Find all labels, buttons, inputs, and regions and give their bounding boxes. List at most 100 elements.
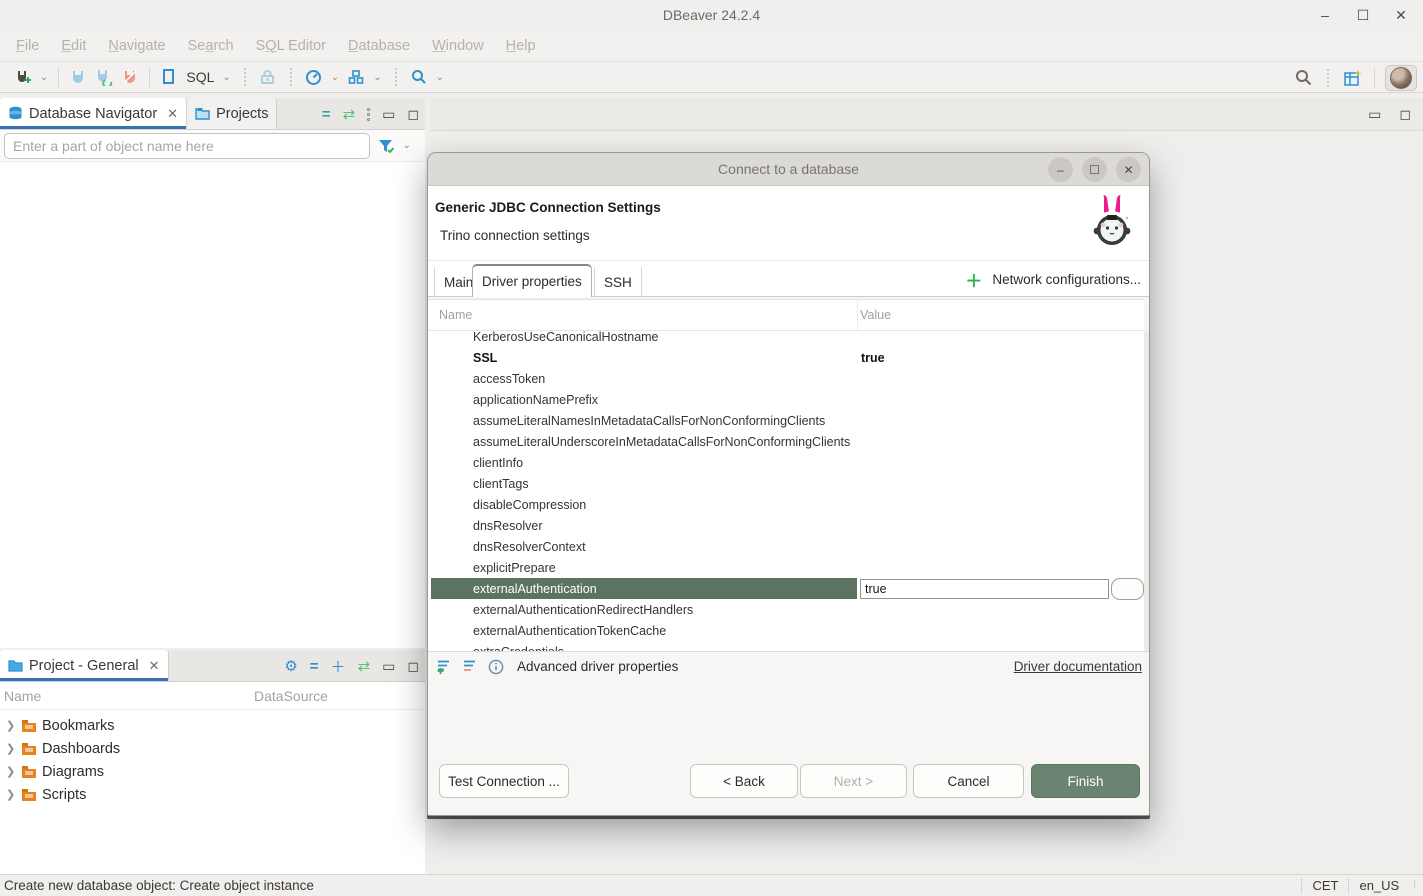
panel-maximize-icon[interactable]: ◻: [407, 658, 419, 675]
grid-column-value[interactable]: Value: [860, 308, 891, 322]
property-name[interactable]: assumeLiteralNamesInMetadataCallsForNonC…: [431, 410, 858, 431]
property-name[interactable]: KerberosUseCanonicalHostname: [431, 331, 858, 347]
expander-chevron-icon[interactable]: ❯: [6, 742, 16, 755]
property-name[interactable]: clientInfo: [431, 452, 858, 473]
menu-item[interactable]: File: [6, 34, 49, 58]
new-connection-chevron-icon[interactable]: ⌄: [38, 72, 50, 83]
tab-project-general[interactable]: Project - General ✕: [0, 650, 169, 681]
dialog-maximize-icon[interactable]: ☐: [1082, 157, 1107, 182]
menu-item[interactable]: Edit: [51, 34, 96, 58]
reconnect-icon[interactable]: [93, 65, 115, 89]
back-button[interactable]: < Back: [690, 764, 798, 798]
property-value-input[interactable]: [860, 579, 1109, 599]
locale-indicator[interactable]: en_US: [1348, 878, 1409, 894]
property-row[interactable]: dnsResolver: [428, 515, 1144, 536]
window-maximize-icon[interactable]: ☐: [1351, 4, 1375, 26]
properties-scrollbar[interactable]: [1144, 331, 1149, 651]
grid-column-name[interactable]: Name: [439, 308, 472, 322]
menu-item[interactable]: SQL Editor: [246, 34, 336, 58]
property-name[interactable]: externalAuthentication: [431, 578, 857, 599]
disconnect-icon[interactable]: [119, 65, 141, 89]
dashboard-gauge-icon[interactable]: [303, 65, 325, 89]
property-name[interactable]: dnsResolverContext: [431, 536, 858, 557]
link-with-editor-icon[interactable]: ⇄: [358, 657, 371, 675]
property-name[interactable]: externalAuthenticationTokenCache: [431, 620, 858, 641]
timezone-indicator[interactable]: CET: [1301, 878, 1348, 894]
sql-editor-chevron-icon[interactable]: ⌄: [220, 72, 232, 83]
property-row[interactable]: clientTags: [428, 473, 1144, 494]
property-name[interactable]: dnsResolver: [431, 515, 858, 536]
window-minimize-icon[interactable]: –: [1313, 4, 1337, 26]
property-row[interactable]: assumeLiteralUnderscoreInMetadataCallsFo…: [428, 431, 1144, 452]
data-transfer-icon[interactable]: [345, 65, 367, 89]
property-name[interactable]: applicationNamePrefix: [431, 389, 858, 410]
property-row[interactable]: explicitPrepare: [428, 557, 1144, 578]
column-name[interactable]: Name: [0, 688, 254, 704]
tree-item[interactable]: ❯ Dashboards: [0, 737, 425, 760]
menu-item[interactable]: Search: [178, 34, 244, 58]
property-row[interactable]: externalAuthenticationRedirectHandlers: [428, 599, 1144, 620]
tree-item[interactable]: ❯ Diagrams: [0, 760, 425, 783]
value-dropdown-button[interactable]: [1111, 578, 1144, 600]
link-with-editor-icon[interactable]: ⇄: [343, 105, 356, 123]
property-name[interactable]: accessToken: [431, 368, 858, 389]
navigator-tree[interactable]: [0, 162, 425, 648]
new-connection-icon[interactable]: [12, 65, 34, 89]
panel-minimize-icon[interactable]: ▭: [382, 106, 395, 123]
expander-chevron-icon[interactable]: ❯: [6, 719, 16, 732]
menu-item[interactable]: Navigate: [98, 34, 175, 58]
property-name[interactable]: SSL: [431, 347, 858, 368]
dashboard-chevron-icon[interactable]: ⌄: [329, 72, 341, 83]
editor-maximize-icon[interactable]: ◻: [1399, 106, 1411, 123]
property-name[interactable]: disableCompression: [431, 494, 858, 515]
column-datasource[interactable]: DataSource: [254, 688, 328, 704]
property-name[interactable]: explicitPrepare: [431, 557, 858, 578]
tree-item[interactable]: ❯ Bookmarks: [0, 714, 425, 737]
tab-close-icon[interactable]: ✕: [167, 106, 178, 122]
dialog-minimize-icon[interactable]: –: [1048, 157, 1073, 182]
property-row[interactable]: assumeLiteralNamesInMetadataCallsForNonC…: [428, 410, 1144, 431]
property-row[interactable]: accessToken: [428, 368, 1144, 389]
panel-minimize-icon[interactable]: ▭: [382, 658, 395, 675]
tab-projects[interactable]: Projects: [187, 98, 277, 129]
menu-item[interactable]: Window: [422, 34, 494, 58]
tab-ssh[interactable]: SSH: [594, 267, 642, 297]
property-name[interactable]: externalAuthenticationRedirectHandlers: [431, 599, 858, 620]
property-name[interactable]: assumeLiteralUnderscoreInMetadataCallsFo…: [431, 431, 858, 452]
collapse-all-icon[interactable]: =: [310, 658, 319, 675]
settings-gear-icon[interactable]: ⚙: [284, 657, 297, 675]
expander-chevron-icon[interactable]: ❯: [6, 788, 16, 801]
tree-item[interactable]: ❯ Scripts: [0, 783, 425, 806]
quick-search-icon[interactable]: [1292, 66, 1314, 90]
add-property-icon[interactable]: [436, 659, 453, 674]
property-name[interactable]: clientTags: [431, 473, 858, 494]
perspective-icon[interactable]: [1342, 66, 1364, 90]
user-avatar[interactable]: [1385, 65, 1417, 91]
view-menu-icon[interactable]: [367, 108, 370, 121]
window-close-icon[interactable]: ✕: [1389, 4, 1413, 26]
property-row[interactable]: clientInfo: [428, 452, 1144, 473]
search-toolbar-icon[interactable]: [408, 65, 430, 89]
dialog-titlebar[interactable]: Connect to a database – ☐ ✕: [428, 153, 1149, 186]
property-row[interactable]: disableCompression: [428, 494, 1144, 515]
filter-chevron-icon[interactable]: ⌄: [401, 140, 413, 151]
sql-editor-label[interactable]: SQL: [186, 69, 214, 85]
connect-icon[interactable]: [67, 65, 89, 89]
data-transfer-chevron-icon[interactable]: ⌄: [371, 72, 383, 83]
dialog-close-icon[interactable]: ✕: [1116, 157, 1141, 182]
property-row[interactable]: extraCredentials: [428, 641, 1144, 651]
menu-item[interactable]: Database: [338, 34, 420, 58]
network-configurations-button[interactable]: ＋ Network configurations...: [965, 267, 1141, 292]
property-row[interactable]: externalAuthentication true: [428, 578, 1144, 599]
remove-property-icon[interactable]: [462, 659, 479, 674]
expander-chevron-icon[interactable]: ❯: [6, 765, 16, 778]
property-value[interactable]: true: [861, 351, 885, 365]
tab-close-icon[interactable]: ✕: [149, 658, 160, 674]
tab-driver-properties[interactable]: Driver properties: [472, 264, 592, 297]
panel-maximize-icon[interactable]: ◻: [407, 106, 419, 123]
object-filter-input[interactable]: [4, 133, 370, 159]
editor-minimize-icon[interactable]: ▭: [1368, 106, 1381, 123]
sql-editor-icon[interactable]: [158, 65, 180, 89]
tab-database-navigator[interactable]: Database Navigator ✕: [0, 98, 187, 129]
cancel-button[interactable]: Cancel: [913, 764, 1024, 798]
